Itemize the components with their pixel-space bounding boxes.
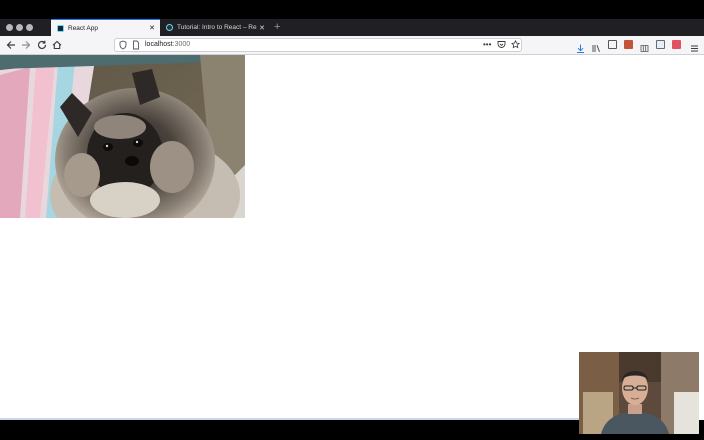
extension-icon[interactable] [656,40,665,49]
url-port: :3000 [172,41,191,48]
page-icon[interactable] [132,40,140,54]
minimize-window-button[interactable] [16,24,23,31]
container-icon[interactable] [640,40,649,52]
react-favicon-icon [166,24,173,31]
webcam-overlay [579,352,699,434]
url-text[interactable]: localhost:3000 [145,39,190,51]
menu-icon[interactable] [690,40,699,52]
extension-icon[interactable] [672,40,681,49]
address-bar[interactable]: localhost:3000 ••• [114,38,522,52]
tab-react-app[interactable]: React App ✕ [51,19,160,36]
extension-icon[interactable] [624,40,633,49]
tab-bar: React App ✕ Tutorial: Intro to React – R… [0,19,704,36]
reload-icon[interactable] [35,38,49,52]
puppy-image [0,55,245,218]
tab-tutorial[interactable]: Tutorial: Intro to React – React ✕ [160,19,270,36]
sidebar-icon[interactable] [608,40,617,49]
back-arrow-icon[interactable] [4,38,18,52]
download-icon[interactable] [576,40,585,53]
pocket-icon[interactable] [497,39,506,53]
library-icon[interactable] [592,40,601,52]
navigation-toolbar: localhost:3000 ••• [0,36,704,55]
close-tab-icon[interactable]: ✕ [257,24,267,32]
tab-label: React App [68,24,98,32]
letterbox-top [0,0,704,19]
home-icon[interactable] [50,38,64,52]
new-tab-button[interactable]: + [274,21,280,33]
bookmark-star-icon[interactable] [511,39,520,53]
shield-icon[interactable] [119,40,127,54]
react-favicon-icon [57,24,64,32]
zoom-window-button[interactable] [26,24,33,31]
url-host: localhost [145,41,173,48]
forward-arrow-icon[interactable] [19,38,33,52]
close-window-button[interactable] [6,24,13,31]
tab-label: Tutorial: Intro to React – React [177,24,257,31]
page-actions-button[interactable]: ••• [483,39,491,51]
close-tab-icon[interactable]: ✕ [147,24,157,32]
